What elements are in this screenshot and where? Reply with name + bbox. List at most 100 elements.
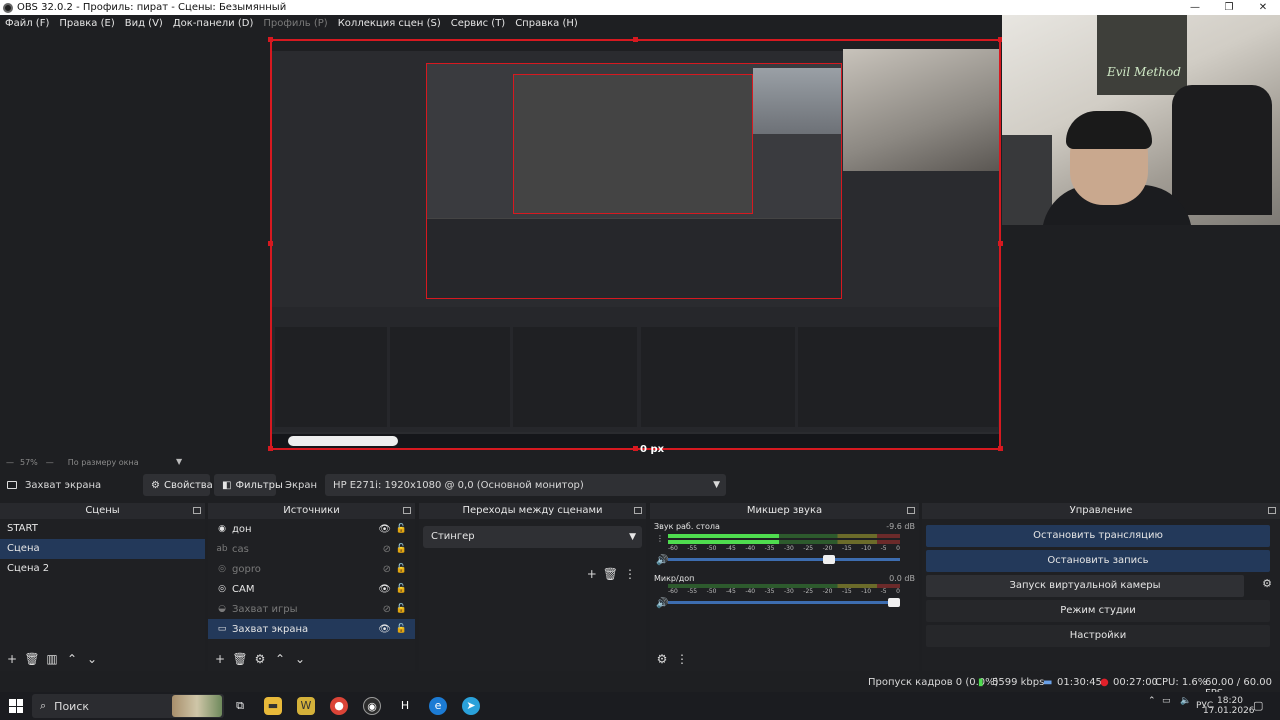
undock-icon[interactable] [193,507,201,514]
clock-date[interactable]: 17.01.2026 [1203,706,1255,716]
studio-mode-button[interactable]: Режим студии [926,600,1270,622]
controls-dock: Управление Остановить трансляцию Останов… [922,503,1280,671]
zoom-mode[interactable]: По размеру окна [68,458,139,467]
undock-icon[interactable] [1268,507,1276,514]
unlock-icon[interactable]: 🔓 [396,544,407,554]
undock-icon[interactable] [403,507,411,514]
unlock-icon[interactable]: 🔓 [396,564,407,574]
unlock-icon[interactable]: 🔓 [396,524,407,534]
menu-file[interactable]: Файл (F) [0,18,54,29]
menu-tools[interactable]: Сервис (T) [446,18,510,29]
notifications-icon[interactable]: ▢ [1253,699,1263,712]
scene-item[interactable]: Сцена 2 [0,559,205,579]
minimize-button[interactable]: — [1178,0,1212,15]
more-icon[interactable]: ⋮ [674,652,690,666]
monitor-select[interactable]: HP E271i: 1920x1080 @ 0,0 (Основной мони… [325,474,727,496]
menu-help[interactable]: Справка (H) [510,18,583,29]
chrome-icon[interactable]: ● [330,697,348,715]
transition-value: Стингер [431,531,475,542]
undock-icon[interactable] [907,507,915,514]
transition-select[interactable]: Стингер ▼ [423,526,642,548]
source-label: gopro [232,563,261,575]
resize-handle[interactable] [633,446,638,451]
zoom-level[interactable]: 57% [20,458,38,467]
settings-button[interactable]: Настройки [926,625,1270,647]
menu-scene-collection[interactable]: Коллекция сцен (S) [333,18,446,29]
app-w-icon[interactable]: W [297,697,315,715]
more-icon[interactable]: ⋮ [656,534,664,543]
close-button[interactable]: ✕ [1246,0,1280,15]
resize-handle[interactable] [998,241,1003,246]
menu-docks[interactable]: Док-панели (D) [168,18,259,29]
filter-icon[interactable]: ▥ [44,652,60,666]
move-up-icon[interactable]: ⌃ [64,652,80,666]
unlock-icon[interactable]: 🔓 [396,584,407,594]
start-virtualcam-button[interactable]: Запуск виртуальной камеры [926,575,1244,597]
eye-icon[interactable]: 👁 [378,584,391,595]
undock-icon[interactable] [634,507,642,514]
maximize-button[interactable]: ❐ [1212,0,1246,15]
file-explorer-icon[interactable]: ▬ [264,697,282,715]
gear-icon[interactable]: ⚙ [252,652,268,666]
menu-view[interactable]: Вид (V) [120,18,168,29]
resize-handle[interactable] [268,241,273,246]
unlock-icon[interactable]: 🔓 [396,624,407,634]
advanced-audio-icon[interactable]: ⚙ [654,652,670,666]
telegram-icon[interactable]: ➤ [462,697,480,715]
source-item[interactable]: ◎ CAM 👁 🔓 [208,579,415,599]
resize-handle[interactable] [998,446,1003,451]
app-h-icon[interactable]: H [396,697,414,715]
edge-icon[interactable]: e [429,697,447,715]
volume-slider[interactable] [668,555,900,564]
stop-stream-button[interactable]: Остановить трансляцию [926,525,1270,547]
speaker-icon[interactable]: 🔈 [1180,696,1191,706]
chevron-down-icon[interactable]: ▼ [176,457,182,466]
obs-icon[interactable]: ◉ [363,697,381,715]
eye-icon[interactable]: 👁 [378,624,391,635]
eye-hidden-icon[interactable]: ⊘ [383,544,391,555]
move-up-icon[interactable]: ⌃ [272,652,288,666]
add-icon[interactable]: + [587,567,597,581]
gear-icon[interactable]: ⚙ [1262,577,1272,590]
trash-icon[interactable]: 🗑 [232,652,248,666]
eye-hidden-icon[interactable]: ⊘ [383,604,391,615]
properties-button[interactable]: ⚙ Свойства [143,474,213,496]
stop-recording-button[interactable]: Остановить запись [926,550,1270,572]
speaker-icon[interactable]: 🔊 [656,598,668,609]
menu-edit[interactable]: Правка (E) [54,18,119,29]
webcam-caption: Evil Method [1107,65,1181,79]
source-item[interactable]: ab cas ⊘ 🔓 [208,539,415,559]
move-down-icon[interactable]: ⌄ [84,652,100,666]
source-item[interactable]: ▭ Захват экрана 👁 🔓 [208,619,415,639]
resize-handle[interactable] [268,37,273,42]
trash-icon[interactable]: 🗑 [603,567,618,581]
eye-icon[interactable]: 👁 [378,524,391,535]
network-icon[interactable]: ▭ [1162,696,1171,706]
eye-hidden-icon[interactable]: ⊘ [383,564,391,575]
taskbar-search[interactable]: ⌕ Поиск [32,694,224,718]
source-item[interactable]: ◉ дон 👁 🔓 [208,519,415,539]
windows-start-icon[interactable] [9,699,23,713]
meter-tick-label: 0 [896,588,900,595]
move-down-icon[interactable]: ⌄ [292,652,308,666]
scene-item[interactable]: START [0,519,205,539]
trash-icon[interactable]: 🗑 [24,652,40,666]
filters-button[interactable]: ◧ Фильтры [214,474,283,496]
chevron-up-icon[interactable]: ⌃ [1148,696,1156,706]
speaker-icon[interactable]: 🔊 [656,555,668,566]
menu-profile[interactable]: Профиль (P) [258,18,332,29]
source-item[interactable]: ◒ Захват игры ⊘ 🔓 [208,599,415,619]
resize-handle[interactable] [633,37,638,42]
preview-canvas[interactable] [270,39,1001,450]
clock-time[interactable]: 18:20 [1213,696,1247,706]
source-item[interactable]: ◎ gopro ⊘ 🔓 [208,559,415,579]
task-view-icon[interactable]: ⧉ [231,697,249,715]
add-icon[interactable]: + [212,652,228,666]
unlock-icon[interactable]: 🔓 [396,604,407,614]
add-icon[interactable]: + [4,652,20,666]
volume-slider[interactable] [668,598,900,607]
more-icon[interactable]: ⋮ [624,567,636,581]
resize-handle[interactable] [268,446,273,451]
meter-tick-label: -45 [725,545,736,552]
scene-item[interactable]: Сцена [0,539,205,559]
